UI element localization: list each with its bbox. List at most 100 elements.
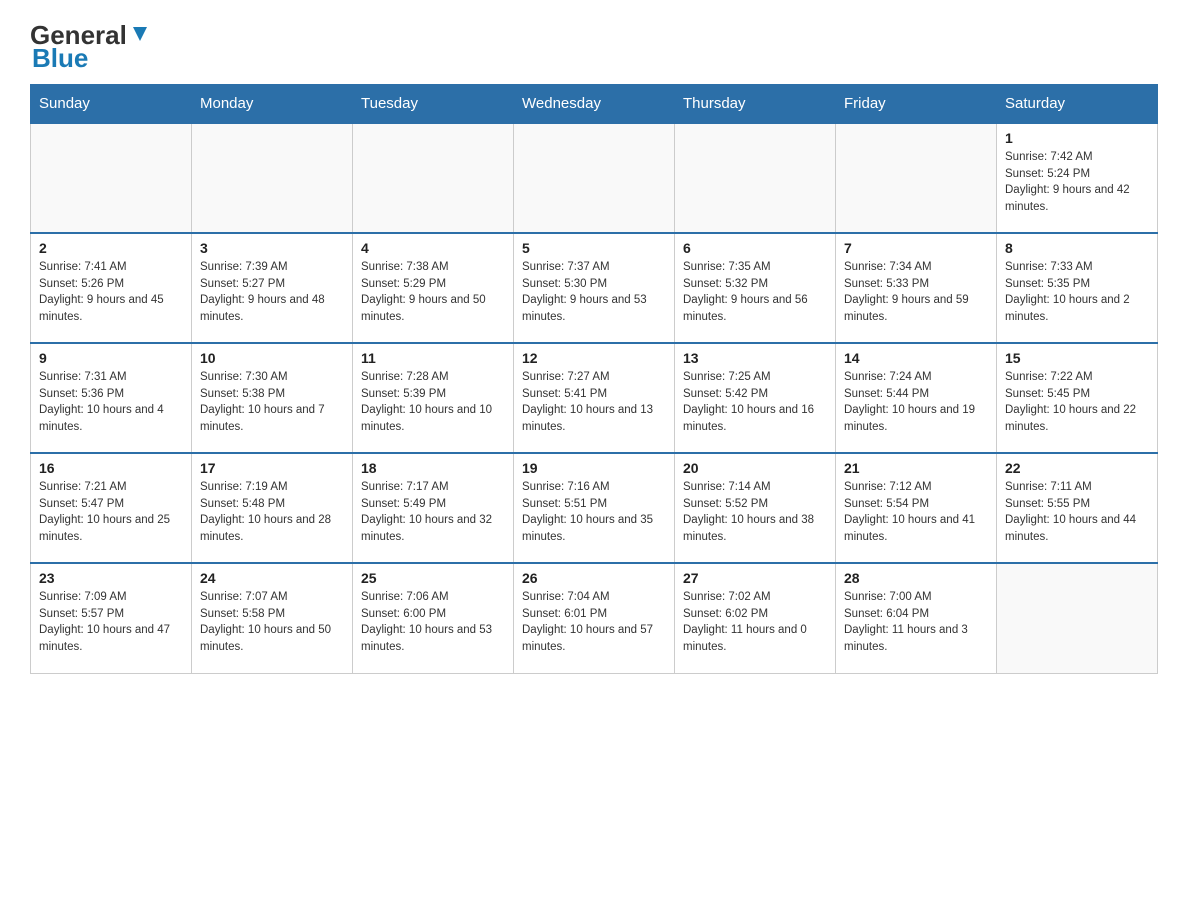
day-number: 17 [200, 460, 344, 476]
calendar-cell: 8 Sunrise: 7:33 AMSunset: 5:35 PMDaylight… [997, 233, 1158, 343]
calendar-cell [192, 123, 353, 233]
day-info: Sunrise: 7:04 AMSunset: 6:01 PMDaylight:… [522, 589, 666, 656]
weekday-header-friday: Friday [836, 85, 997, 124]
day-info: Sunrise: 7:24 AMSunset: 5:44 PMDaylight:… [844, 369, 988, 436]
logo-arrow-icon [129, 23, 151, 45]
day-info: Sunrise: 7:28 AMSunset: 5:39 PMDaylight:… [361, 369, 505, 436]
calendar-cell: 12 Sunrise: 7:27 AMSunset: 5:41 PMDayligh… [514, 343, 675, 453]
day-number: 15 [1005, 350, 1149, 366]
day-info: Sunrise: 7:39 AMSunset: 5:27 PMDaylight:… [200, 259, 344, 326]
calendar-cell [997, 563, 1158, 673]
day-info: Sunrise: 7:22 AMSunset: 5:45 PMDaylight:… [1005, 369, 1149, 436]
day-info: Sunrise: 7:06 AMSunset: 6:00 PMDaylight:… [361, 589, 505, 656]
day-info: Sunrise: 7:31 AMSunset: 5:36 PMDaylight:… [39, 369, 183, 436]
day-info: Sunrise: 7:38 AMSunset: 5:29 PMDaylight:… [361, 259, 505, 326]
calendar-cell [31, 123, 192, 233]
calendar-cell: 24Sunrise: 7:07 AMSunset: 5:58 PMDayligh… [192, 563, 353, 673]
day-number: 13 [683, 350, 827, 366]
calendar-week-row: 1Sunrise: 7:42 AMSunset: 5:24 PMDaylight… [31, 123, 1158, 233]
calendar-cell: 14 Sunrise: 7:24 AMSunset: 5:44 PMDayligh… [836, 343, 997, 453]
calendar-cell: 23Sunrise: 7:09 AMSunset: 5:57 PMDayligh… [31, 563, 192, 673]
day-info: Sunrise: 7:09 AMSunset: 5:57 PMDaylight:… [39, 589, 183, 656]
day-info: Sunrise: 7:35 AMSunset: 5:32 PMDaylight:… [683, 259, 827, 326]
calendar-cell: 27 Sunrise: 7:02 AMSunset: 6:02 PMDayligh… [675, 563, 836, 673]
day-info: Sunrise: 7:25 AMSunset: 5:42 PMDaylight:… [683, 369, 827, 436]
day-number: 3 [200, 240, 344, 256]
day-number: 2 [39, 240, 183, 256]
calendar-cell: 21 Sunrise: 7:12 AMSunset: 5:54 PMDayligh… [836, 453, 997, 563]
day-number: 28 [844, 570, 988, 586]
calendar-cell: 4 Sunrise: 7:38 AMSunset: 5:29 PMDaylight… [353, 233, 514, 343]
day-number: 19 [522, 460, 666, 476]
calendar-cell: 11Sunrise: 7:28 AMSunset: 5:39 PMDayligh… [353, 343, 514, 453]
calendar-cell: 3 Sunrise: 7:39 AMSunset: 5:27 PMDaylight… [192, 233, 353, 343]
day-info: Sunrise: 7:07 AMSunset: 5:58 PMDaylight:… [200, 589, 344, 656]
day-info: Sunrise: 7:33 AMSunset: 5:35 PMDaylight:… [1005, 259, 1149, 326]
day-number: 8 [1005, 240, 1149, 256]
day-number: 9 [39, 350, 183, 366]
day-number: 14 [844, 350, 988, 366]
day-number: 16 [39, 460, 183, 476]
day-number: 10 [200, 350, 344, 366]
calendar-cell: 9 Sunrise: 7:31 AMSunset: 5:36 PMDaylight… [31, 343, 192, 453]
day-info: Sunrise: 7:14 AMSunset: 5:52 PMDaylight:… [683, 479, 827, 546]
calendar-week-row: 23Sunrise: 7:09 AMSunset: 5:57 PMDayligh… [31, 563, 1158, 673]
calendar-cell: 7 Sunrise: 7:34 AMSunset: 5:33 PMDaylight… [836, 233, 997, 343]
weekday-header-thursday: Thursday [675, 85, 836, 124]
calendar-cell: 18 Sunrise: 7:17 AMSunset: 5:49 PMDayligh… [353, 453, 514, 563]
day-number: 12 [522, 350, 666, 366]
calendar-cell [353, 123, 514, 233]
day-number: 7 [844, 240, 988, 256]
day-info: Sunrise: 7:02 AMSunset: 6:02 PMDaylight:… [683, 589, 827, 656]
calendar-cell: 15 Sunrise: 7:22 AMSunset: 5:45 PMDayligh… [997, 343, 1158, 453]
calendar-cell: 10 Sunrise: 7:30 AMSunset: 5:38 PMDayligh… [192, 343, 353, 453]
weekday-header-tuesday: Tuesday [353, 85, 514, 124]
day-info: Sunrise: 7:16 AMSunset: 5:51 PMDaylight:… [522, 479, 666, 546]
day-info: Sunrise: 7:37 AMSunset: 5:30 PMDaylight:… [522, 259, 666, 326]
weekday-header-monday: Monday [192, 85, 353, 124]
day-number: 5 [522, 240, 666, 256]
day-info: Sunrise: 7:27 AMSunset: 5:41 PMDaylight:… [522, 369, 666, 436]
day-info: Sunrise: 7:11 AMSunset: 5:55 PMDaylight:… [1005, 479, 1149, 546]
day-info: Sunrise: 7:34 AMSunset: 5:33 PMDaylight:… [844, 259, 988, 326]
day-number: 25 [361, 570, 505, 586]
day-number: 22 [1005, 460, 1149, 476]
day-number: 27 [683, 570, 827, 586]
calendar-cell: 28 Sunrise: 7:00 AMSunset: 6:04 PMDayligh… [836, 563, 997, 673]
weekday-header-saturday: Saturday [997, 85, 1158, 124]
calendar-cell: 26 Sunrise: 7:04 AMSunset: 6:01 PMDayligh… [514, 563, 675, 673]
day-number: 1 [1005, 130, 1149, 146]
day-number: 21 [844, 460, 988, 476]
calendar-table: SundayMondayTuesdayWednesdayThursdayFrid… [30, 84, 1158, 674]
day-info: Sunrise: 7:21 AMSunset: 5:47 PMDaylight:… [39, 479, 183, 546]
weekday-header-row: SundayMondayTuesdayWednesdayThursdayFrid… [31, 85, 1158, 124]
calendar-cell: 13 Sunrise: 7:25 AMSunset: 5:42 PMDayligh… [675, 343, 836, 453]
day-info: Sunrise: 7:30 AMSunset: 5:38 PMDaylight:… [200, 369, 344, 436]
day-number: 6 [683, 240, 827, 256]
logo-blue-text: Blue [32, 43, 88, 74]
day-info: Sunrise: 7:12 AMSunset: 5:54 PMDaylight:… [844, 479, 988, 546]
day-number: 4 [361, 240, 505, 256]
calendar-cell: 19 Sunrise: 7:16 AMSunset: 5:51 PMDayligh… [514, 453, 675, 563]
calendar-cell: 1Sunrise: 7:42 AMSunset: 5:24 PMDaylight… [997, 123, 1158, 233]
calendar-cell [675, 123, 836, 233]
calendar-cell: 16 Sunrise: 7:21 AMSunset: 5:47 PMDayligh… [31, 453, 192, 563]
calendar-week-row: 9 Sunrise: 7:31 AMSunset: 5:36 PMDaylight… [31, 343, 1158, 453]
calendar-cell: 22 Sunrise: 7:11 AMSunset: 5:55 PMDayligh… [997, 453, 1158, 563]
day-info: Sunrise: 7:41 AMSunset: 5:26 PMDaylight:… [39, 259, 183, 326]
calendar-week-row: 2 Sunrise: 7:41 AMSunset: 5:26 PMDaylight… [31, 233, 1158, 343]
calendar-cell: 2 Sunrise: 7:41 AMSunset: 5:26 PMDaylight… [31, 233, 192, 343]
day-info: Sunrise: 7:17 AMSunset: 5:49 PMDaylight:… [361, 479, 505, 546]
calendar-week-row: 16 Sunrise: 7:21 AMSunset: 5:47 PMDayligh… [31, 453, 1158, 563]
calendar-cell: 17Sunrise: 7:19 AMSunset: 5:48 PMDayligh… [192, 453, 353, 563]
day-number: 20 [683, 460, 827, 476]
calendar-cell [514, 123, 675, 233]
page-header: General Blue [30, 20, 1158, 74]
day-number: 18 [361, 460, 505, 476]
day-info: Sunrise: 7:00 AMSunset: 6:04 PMDaylight:… [844, 589, 988, 656]
calendar-cell [836, 123, 997, 233]
calendar-cell: 6 Sunrise: 7:35 AMSunset: 5:32 PMDaylight… [675, 233, 836, 343]
calendar-cell: 25 Sunrise: 7:06 AMSunset: 6:00 PMDayligh… [353, 563, 514, 673]
day-number: 26 [522, 570, 666, 586]
calendar-cell: 5 Sunrise: 7:37 AMSunset: 5:30 PMDaylight… [514, 233, 675, 343]
